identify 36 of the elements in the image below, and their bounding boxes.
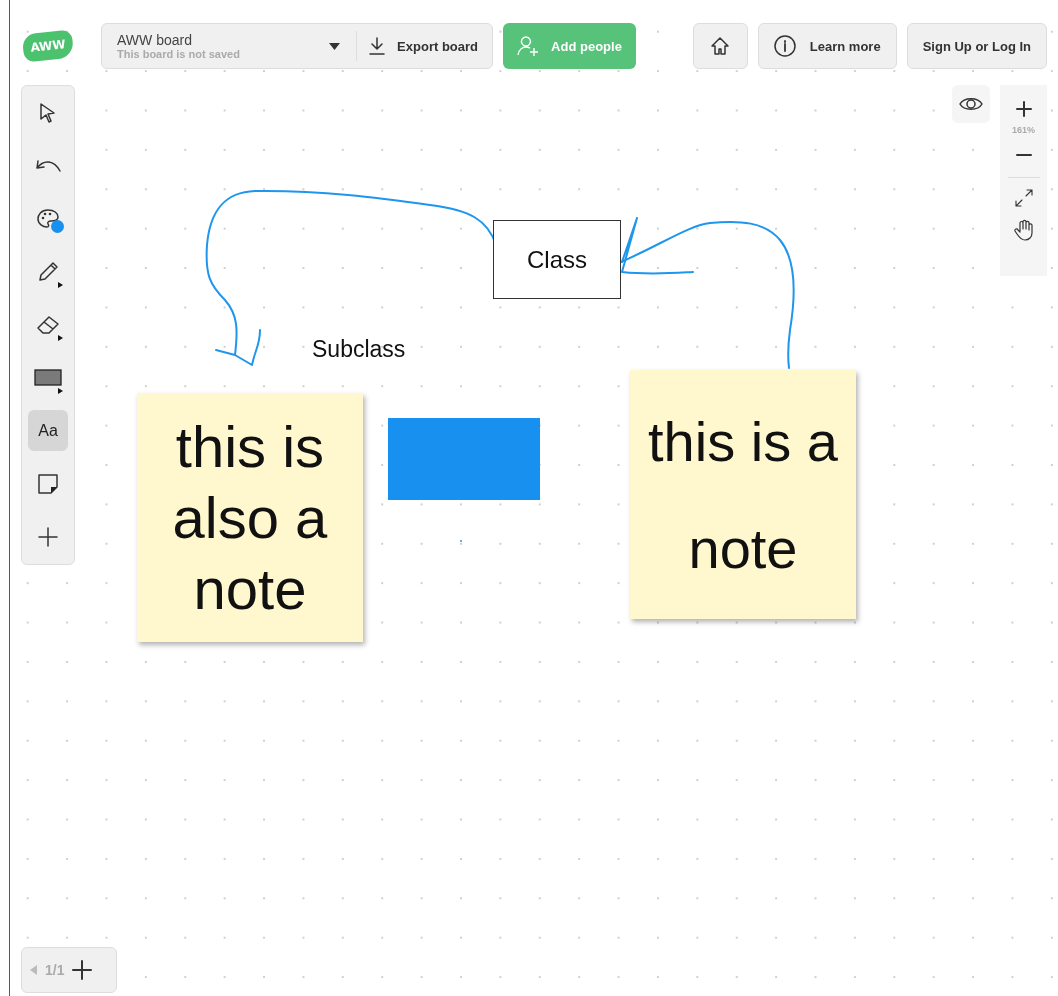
eraser-icon <box>35 313 61 336</box>
rectangle-icon <box>34 368 62 387</box>
sticky-note: this is a note <box>630 370 856 619</box>
expand-arrows-icon <box>1013 188 1034 208</box>
undo-icon <box>34 157 62 174</box>
plus-icon <box>1015 101 1032 117</box>
sign-up-button[interactable]: Sign Up or Log In <box>906 23 1047 69</box>
canvas-text: Subclass <box>312 336 406 363</box>
view-button[interactable] <box>952 85 990 123</box>
caret-icon <box>58 335 63 341</box>
dropdown-caret-icon[interactable] <box>329 42 341 50</box>
plus-icon <box>38 526 58 547</box>
sticky-note-icon <box>37 472 59 495</box>
export-button[interactable]: Export board <box>369 37 478 55</box>
palette-icon <box>36 207 60 230</box>
page-count: 1/1 <box>45 962 65 978</box>
class-box: Class <box>493 220 621 299</box>
add-user-icon <box>517 35 540 57</box>
hand-icon <box>1013 219 1034 241</box>
home-button[interactable] <box>692 23 748 69</box>
info-icon <box>773 35 796 57</box>
cursor-icon <box>38 101 58 124</box>
minus-icon <box>1015 153 1032 157</box>
text-tool-button[interactable]: Aa <box>28 410 68 451</box>
save-status: This board is not saved <box>117 48 241 60</box>
add-page-icon[interactable] <box>72 960 93 980</box>
board-title[interactable]: AWW board <box>117 32 330 48</box>
learn-more-button[interactable]: Learn more <box>757 23 897 69</box>
pencil-icon <box>36 259 60 284</box>
home-icon <box>710 36 731 56</box>
eye-icon <box>959 96 983 112</box>
zoom-level: 161% <box>1012 125 1035 135</box>
caret-icon <box>58 388 63 394</box>
sticky-note: this is also a note <box>137 393 363 642</box>
caret-icon <box>58 282 63 288</box>
download-icon <box>369 37 386 55</box>
